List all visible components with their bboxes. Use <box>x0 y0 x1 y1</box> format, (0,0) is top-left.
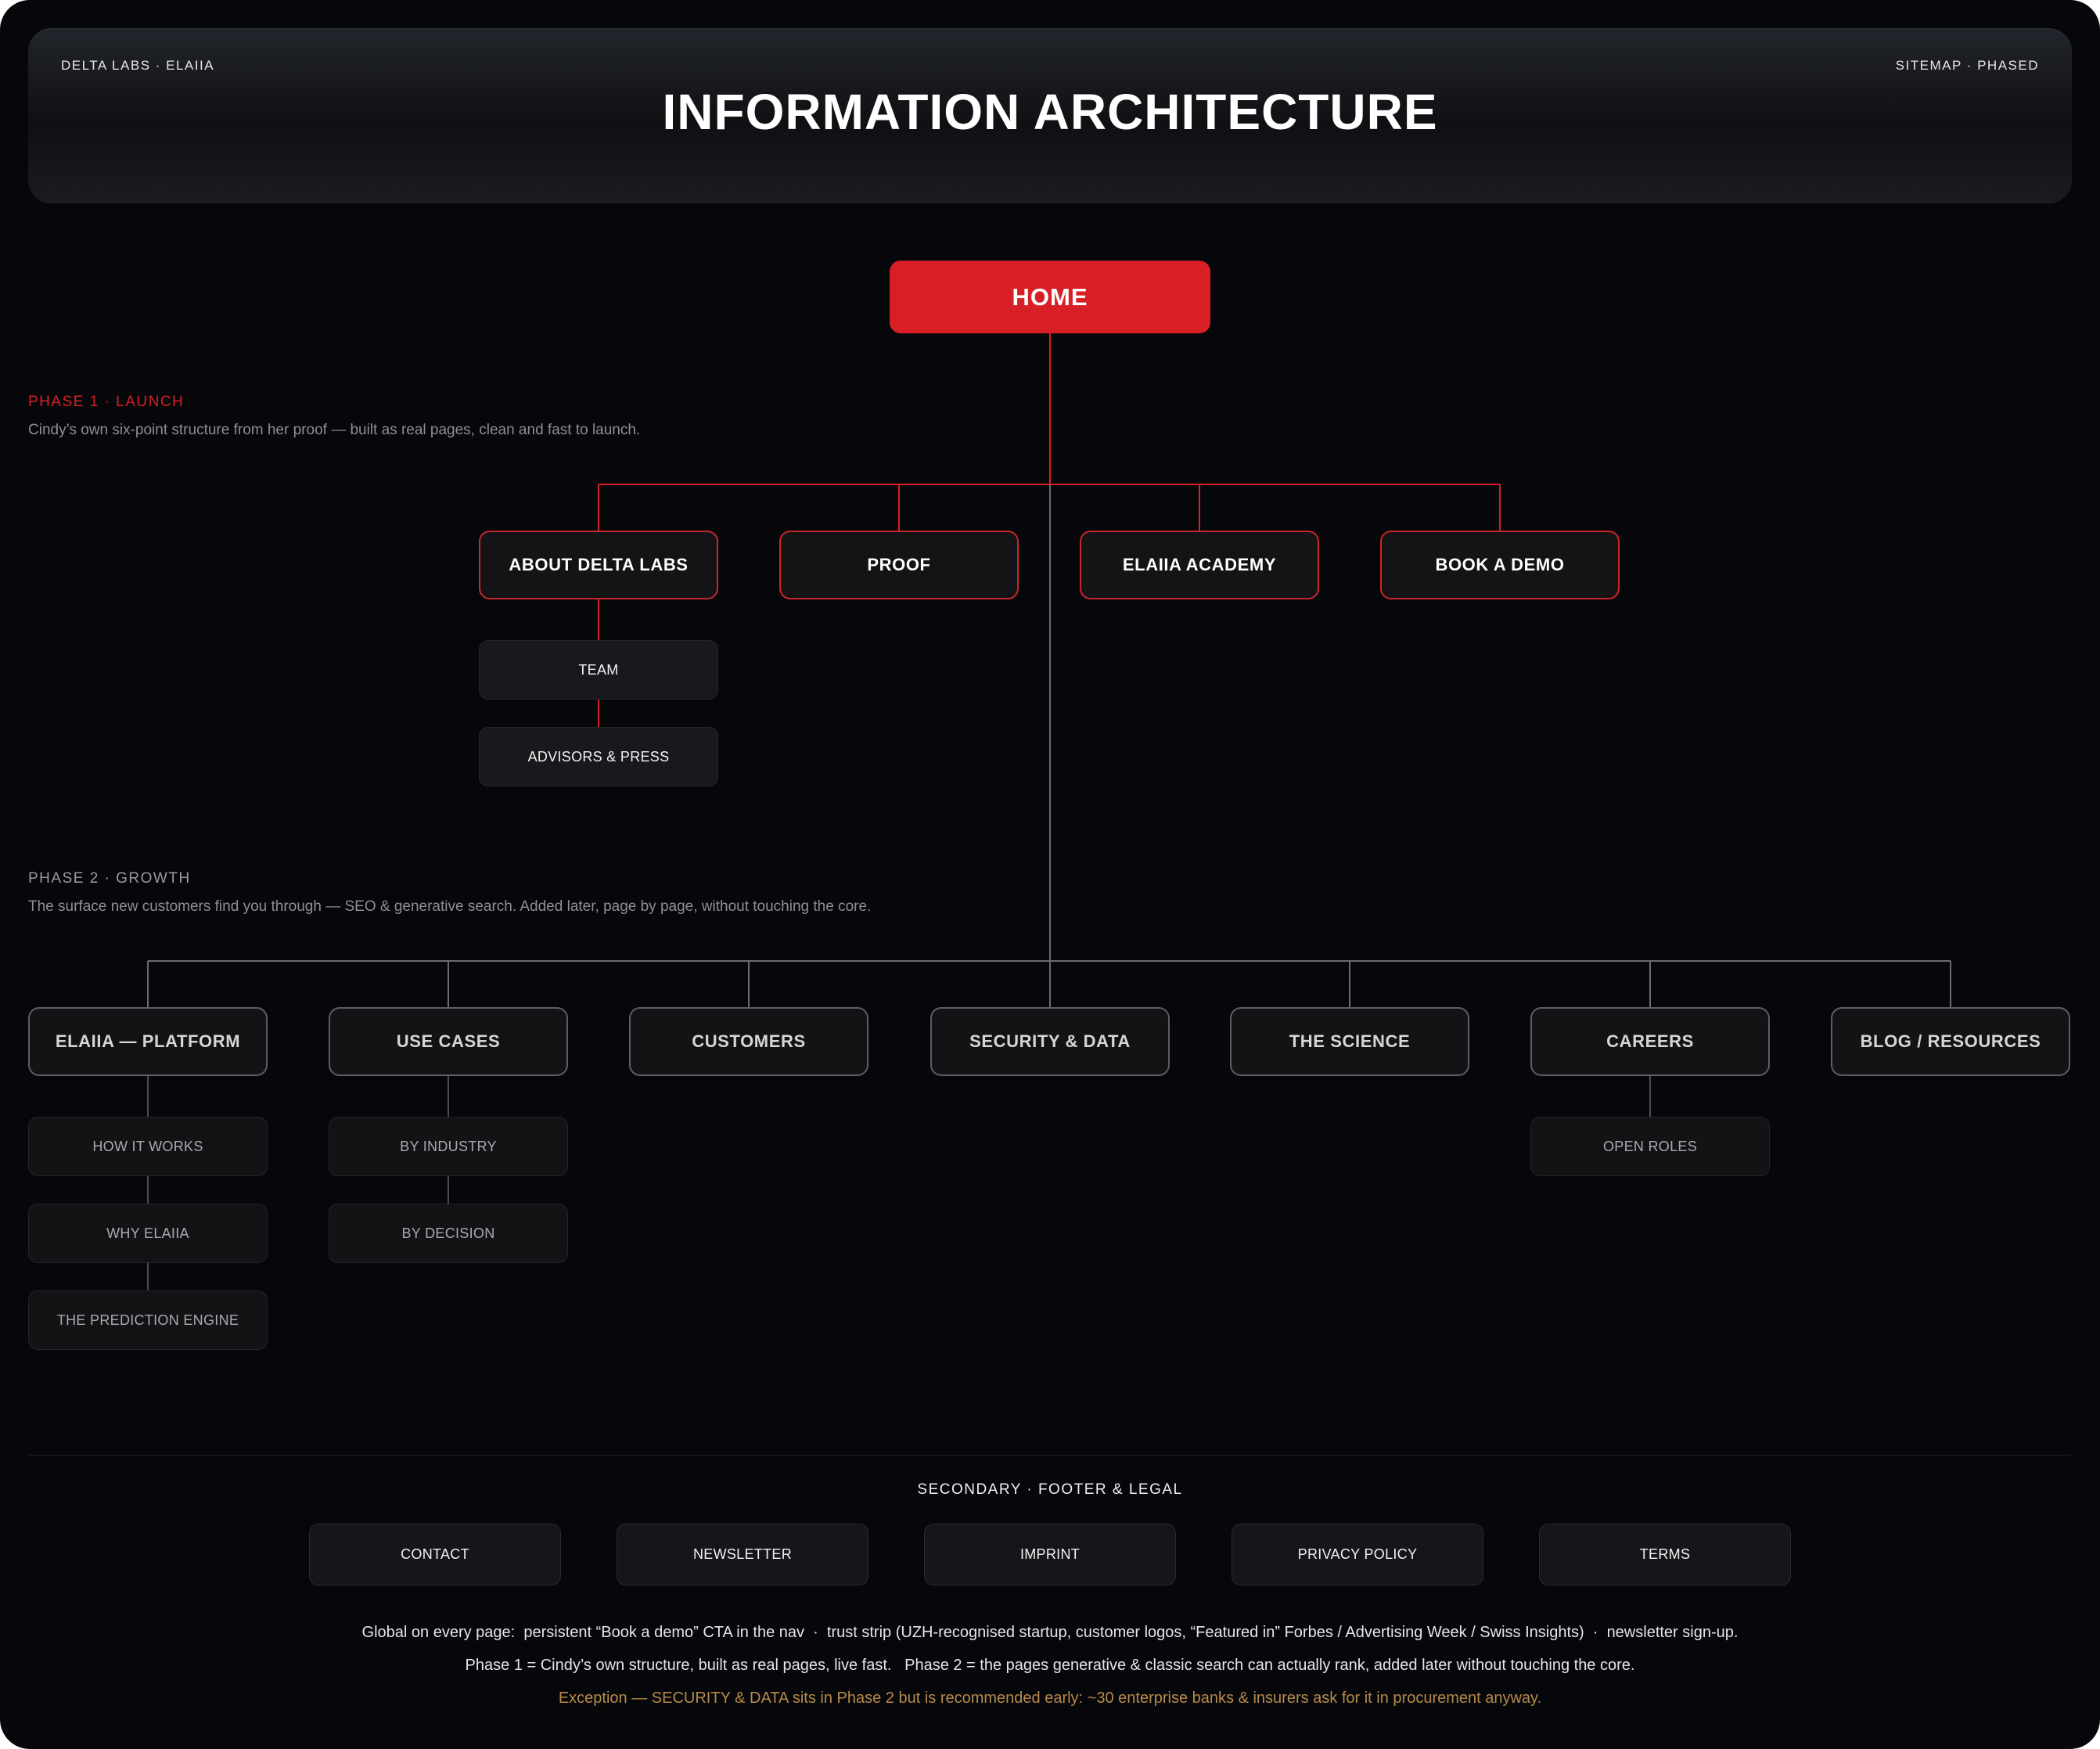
brand-label: DELTA LABS · ELAIIA <box>61 58 215 73</box>
section-divider <box>28 1455 2072 1456</box>
node-home[interactable]: HOME <box>890 261 1210 333</box>
node-proof[interactable]: PROOF <box>779 531 1019 599</box>
phase2-description: The surface new customers find you throu… <box>28 898 872 915</box>
node-by-industry[interactable]: BY INDUSTRY <box>329 1117 568 1176</box>
node-blog-resources[interactable]: BLOG / RESOURCES <box>1831 1007 2070 1076</box>
node-customers[interactable]: CUSTOMERS <box>629 1007 868 1076</box>
node-elaiia-platform[interactable]: ELAIIA — PLATFORM <box>28 1007 268 1076</box>
phase2-label: PHASE 2 · GROWTH <box>28 870 191 887</box>
phase1-description: Cindy’s own six-point structure from her… <box>28 422 641 438</box>
node-by-decision[interactable]: BY DECISION <box>329 1204 568 1263</box>
node-prediction-engine[interactable]: THE PREDICTION ENGINE <box>28 1290 268 1350</box>
node-newsletter[interactable]: NEWSLETTER <box>617 1524 868 1585</box>
node-security-data[interactable]: SECURITY & DATA <box>930 1007 1170 1076</box>
node-advisors-press[interactable]: ADVISORS & PRESS <box>479 727 718 786</box>
node-imprint[interactable]: IMPRINT <box>924 1524 1176 1585</box>
phase1-label: PHASE 1 · LAUNCH <box>28 394 185 410</box>
node-team[interactable]: TEAM <box>479 640 718 700</box>
sitemap-label: SITEMAP · PHASED <box>1895 58 2039 73</box>
node-why-elaiia[interactable]: WHY ELAIIA <box>28 1204 268 1263</box>
node-contact[interactable]: CONTACT <box>309 1524 561 1585</box>
page-title: INFORMATION ARCHITECTURE <box>662 84 1438 140</box>
exception-note: Exception — SECURITY & DATA sits in Phas… <box>558 1690 1542 1707</box>
global-note: Global on every page: persistent “Book a… <box>361 1624 1739 1641</box>
node-elaiia-academy[interactable]: ELAIIA ACADEMY <box>1080 531 1319 599</box>
header-banner: DELTA LABS · ELAIIA SITEMAP · PHASED INF… <box>28 28 2072 203</box>
secondary-label: SECONDARY · FOOTER & LEGAL <box>917 1481 1183 1498</box>
node-privacy-policy[interactable]: PRIVACY POLICY <box>1232 1524 1483 1585</box>
canvas: DELTA LABS · ELAIIA SITEMAP · PHASED INF… <box>0 0 2100 1749</box>
node-how-it-works[interactable]: HOW IT WORKS <box>28 1117 268 1176</box>
node-careers[interactable]: CAREERS <box>1530 1007 1770 1076</box>
node-book-a-demo[interactable]: BOOK A DEMO <box>1380 531 1620 599</box>
node-terms[interactable]: TERMS <box>1539 1524 1791 1585</box>
phases-note: Phase 1 = Cindy’s own structure, built a… <box>465 1657 1635 1674</box>
node-the-science[interactable]: THE SCIENCE <box>1230 1007 1469 1076</box>
node-open-roles[interactable]: OPEN ROLES <box>1530 1117 1770 1176</box>
node-use-cases[interactable]: USE CASES <box>329 1007 568 1076</box>
node-about-delta-labs[interactable]: ABOUT DELTA LABS <box>479 531 718 599</box>
